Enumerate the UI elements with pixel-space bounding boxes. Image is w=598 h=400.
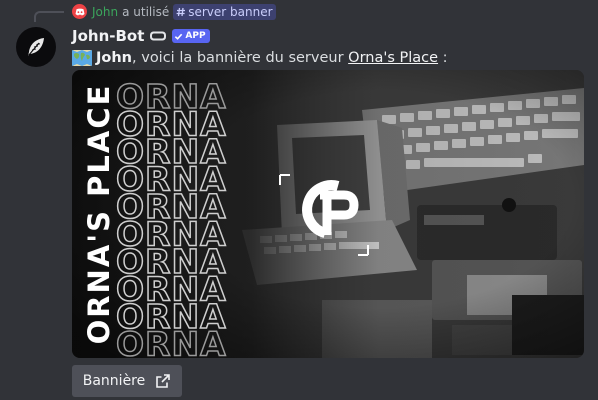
vertical-title-text: ORNA'S PLACE bbox=[82, 84, 116, 345]
message-text-after-link: : bbox=[438, 50, 448, 66]
command-reply-header: John a utilisé server banner bbox=[72, 3, 276, 20]
vr-headset-icon bbox=[149, 30, 167, 42]
vertical-banner-title: ORNA'S PLACE bbox=[82, 84, 116, 345]
command-chip[interactable]: server banner bbox=[173, 3, 276, 20]
reply-spine bbox=[34, 11, 64, 22]
app-tag-label: APP bbox=[185, 31, 206, 41]
repeated-orna-text: ORNAORNAORNAORNAORNAORNAORNAORNAORNAORNA bbox=[115, 76, 227, 359]
bot-avatar[interactable] bbox=[16, 27, 56, 67]
command-name: server banner bbox=[188, 4, 273, 19]
external-link-icon bbox=[156, 374, 171, 388]
command-user-name[interactable]: John bbox=[92, 5, 118, 19]
message-content: John , voici la bannière du serveur Orna… bbox=[72, 48, 448, 68]
server-link[interactable]: Orna's Place bbox=[348, 50, 438, 66]
message-text-before-link: , voici la bannière du serveur bbox=[132, 50, 349, 66]
bot-name[interactable]: John-Bot bbox=[72, 27, 144, 45]
discord-icon bbox=[72, 4, 87, 19]
banner-link-button[interactable]: Bannière bbox=[72, 365, 182, 397]
world-map-icon bbox=[72, 50, 92, 66]
banner-button-label: Bannière bbox=[82, 373, 146, 389]
orna-repeat-text: ORNA bbox=[116, 325, 227, 359]
message-header: John-Bot APP bbox=[72, 26, 210, 46]
check-icon bbox=[175, 33, 183, 40]
hash-icon bbox=[176, 7, 186, 16]
server-banner-image[interactable]: ORNA ORNA ORNA ORNA ORNA ORNA ORNA ORNA ORNA ORNA… bbox=[72, 70, 584, 358]
mentioned-user[interactable]: John bbox=[96, 50, 132, 66]
app-tag: APP bbox=[172, 29, 210, 43]
command-used-text: a utilisé bbox=[122, 4, 170, 19]
feather-icon bbox=[28, 38, 44, 56]
